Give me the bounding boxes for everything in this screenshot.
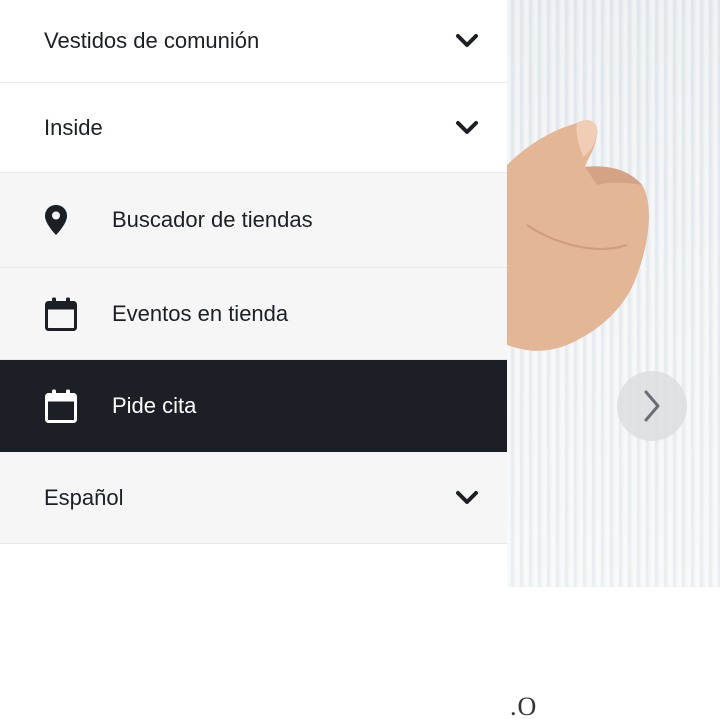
chevron-down-icon[interactable] [455, 120, 479, 136]
menu-item-vestidos-comunion[interactable]: Vestidos de comunión [0, 0, 507, 83]
hero-image [507, 0, 720, 587]
sub-item-label: Eventos en tienda [112, 300, 289, 326]
sub-item-eventos-tienda[interactable]: Eventos en tienda [0, 268, 507, 360]
language-selector[interactable]: Español [0, 452, 507, 544]
chevron-down-icon[interactable] [455, 33, 479, 49]
background-partial-text: .O [510, 692, 538, 721]
map-pin-icon [45, 205, 67, 235]
menu-item-inside[interactable]: Inside [0, 83, 507, 173]
menu-item-label: Vestidos de comunión [44, 28, 260, 53]
sub-item-buscador-tiendas[interactable]: Buscador de tiendas [0, 173, 507, 268]
calendar-icon [45, 297, 77, 331]
menu-item-label: Inside [44, 114, 103, 140]
sub-item-label: Pide cita [112, 393, 197, 418]
language-label: Español [44, 484, 124, 510]
sub-item-label: Buscador de tiendas [112, 207, 313, 232]
chevron-right-icon [644, 390, 660, 422]
carousel-next-button[interactable] [617, 371, 687, 441]
calendar-icon [45, 389, 77, 423]
chevron-down-icon[interactable] [455, 490, 479, 506]
hand-image [507, 120, 649, 351]
sub-item-pide-cita[interactable]: Pide cita [0, 360, 507, 452]
navigation-drawer: Vestidos de comunión Inside Buscador de … [0, 0, 507, 544]
